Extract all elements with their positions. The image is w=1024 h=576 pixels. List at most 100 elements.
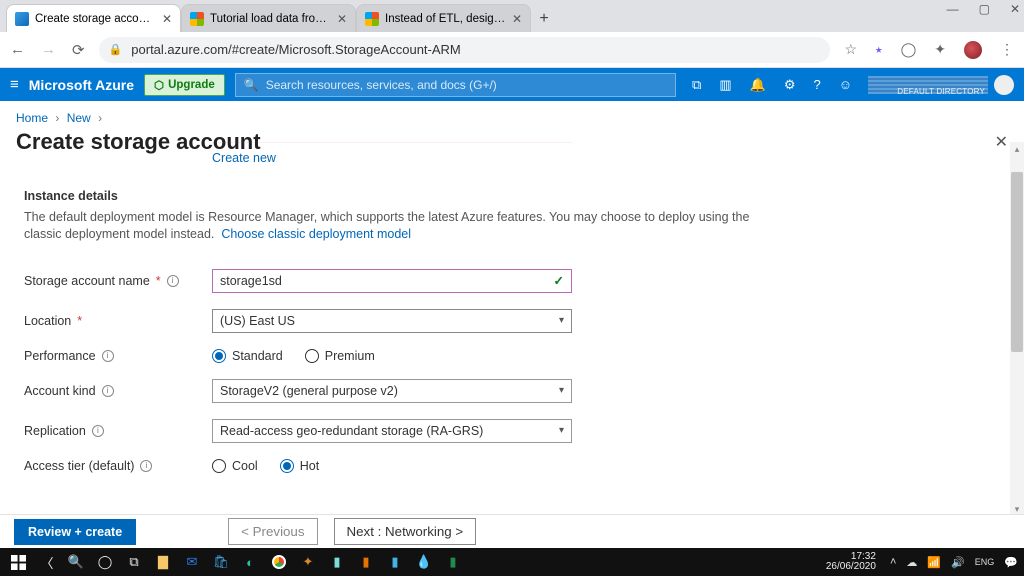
- kind-select[interactable]: StorageV2 (general purpose v2) ▾: [212, 379, 572, 403]
- info-icon[interactable]: i: [102, 385, 114, 397]
- search-task-icon[interactable]: 🔍: [64, 552, 88, 572]
- azure-search[interactable]: 🔍 Search resources, services, and docs (…: [235, 73, 676, 97]
- maximize-icon[interactable]: ▢: [979, 2, 990, 16]
- reload-icon[interactable]: ⟳: [72, 41, 85, 59]
- section-description: The default deployment model is Resource…: [24, 209, 784, 243]
- chevron-down-icon: ▾: [559, 385, 564, 396]
- scroll-thumb[interactable]: [1011, 172, 1023, 352]
- mail-icon[interactable]: ✉: [180, 552, 204, 572]
- location-select[interactable]: (US) East US ▾: [212, 309, 572, 333]
- circle-icon[interactable]: ◯: [901, 41, 917, 58]
- hamburger-icon[interactable]: ≡: [10, 76, 19, 93]
- url-text: portal.azure.com/#create/Microsoft.Stora…: [131, 42, 460, 57]
- radio-premium[interactable]: Premium: [305, 349, 375, 363]
- previous-button[interactable]: < Previous: [228, 518, 317, 545]
- profile-avatar-icon[interactable]: [964, 41, 982, 59]
- url-input[interactable]: 🔒 portal.azure.com/#create/Microsoft.Sto…: [99, 37, 831, 63]
- tray-chevron-icon[interactable]: ˄: [890, 556, 896, 568]
- help-icon[interactable]: ?: [813, 77, 820, 92]
- settings-icon[interactable]: ⚙: [784, 77, 796, 93]
- browser-tab[interactable]: Instead of ETL, design ELT - Az ✕: [356, 4, 531, 32]
- radio-dot-icon: [212, 459, 226, 473]
- new-tab-button[interactable]: +: [531, 6, 557, 32]
- volume-icon[interactable]: 🔊: [951, 556, 965, 569]
- notifications-icon[interactable]: 🔔: [750, 77, 766, 93]
- crumb-new[interactable]: New: [67, 111, 91, 125]
- lang-icon[interactable]: ENG: [975, 557, 995, 567]
- main-content: Create new Instance details The default …: [0, 142, 1024, 516]
- lock-icon: 🔒: [109, 43, 123, 56]
- close-icon[interactable]: ✕: [512, 12, 522, 26]
- info-icon[interactable]: i: [102, 350, 114, 362]
- ms-favicon: [365, 12, 379, 26]
- explorer-icon[interactable]: ▇: [151, 552, 175, 572]
- radio-hot[interactable]: Hot: [280, 459, 319, 473]
- cloud-icon[interactable]: ☁: [906, 556, 917, 569]
- app-icon[interactable]: ▮: [354, 552, 378, 572]
- app-icon[interactable]: 💧: [412, 552, 436, 572]
- upgrade-button[interactable]: ⬡Upgrade: [144, 74, 225, 96]
- excel-icon[interactable]: ▮: [441, 552, 465, 572]
- azure-topbar: ≡ Microsoft Azure ⬡Upgrade 🔍 Search reso…: [0, 68, 1024, 101]
- replication-select[interactable]: Read-access geo-redundant storage (RA-GR…: [212, 419, 572, 443]
- radio-standard[interactable]: Standard: [212, 349, 283, 363]
- azure-brand[interactable]: Microsoft Azure: [29, 77, 134, 93]
- scrollbar[interactable]: ▴ ▾: [1010, 142, 1024, 516]
- browser-tabstrip: Create storage account - Micro ✕ Tutoria…: [0, 0, 1024, 32]
- feedback-icon[interactable]: ☺: [839, 77, 852, 92]
- minimize-icon[interactable]: —: [947, 2, 959, 16]
- search-icon: 🔍: [244, 78, 259, 92]
- kebab-icon[interactable]: ⋮: [1000, 41, 1014, 58]
- app-icon[interactable]: ▮: [383, 552, 407, 572]
- close-window-icon[interactable]: ✕: [1010, 2, 1020, 16]
- store-icon[interactable]: 🛍: [209, 552, 233, 572]
- forward-icon: →: [41, 41, 56, 58]
- wifi-icon[interactable]: 📶: [927, 556, 941, 569]
- star-icon[interactable]: ☆: [844, 41, 857, 58]
- cloudshell-icon[interactable]: ⧉: [692, 77, 701, 93]
- user-avatar-icon[interactable]: [994, 75, 1014, 95]
- taskbar-clock[interactable]: 17:32 26/06/2020: [826, 552, 885, 572]
- cortana-icon[interactable]: ◯: [93, 552, 117, 572]
- azure-favicon: [15, 12, 29, 26]
- close-icon[interactable]: ✕: [162, 12, 172, 26]
- edge-icon[interactable]: ◐: [238, 552, 262, 572]
- classic-model-link[interactable]: Choose classic deployment model: [221, 227, 411, 241]
- info-icon[interactable]: i: [167, 275, 179, 287]
- info-icon[interactable]: i: [140, 460, 152, 472]
- taskview-icon[interactable]: ⧉: [122, 552, 146, 572]
- ext-icon[interactable]: ⭑: [875, 41, 883, 58]
- browser-tab-active[interactable]: Create storage account - Micro ✕: [6, 4, 181, 32]
- info-icon[interactable]: i: [92, 425, 104, 437]
- chevron-down-icon: ▾: [559, 315, 564, 326]
- puzzle-icon[interactable]: ✦: [934, 41, 946, 58]
- radio-dot-icon: [212, 349, 226, 363]
- back-task-icon[interactable]: 〈: [35, 552, 59, 572]
- label-storage-name: Storage account name: [24, 274, 150, 288]
- radio-cool[interactable]: Cool: [212, 459, 258, 473]
- start-icon[interactable]: [6, 552, 30, 572]
- app-icon[interactable]: ✦: [296, 552, 320, 572]
- next-button[interactable]: Next : Networking >: [334, 518, 477, 545]
- crumb-home[interactable]: Home: [16, 111, 48, 125]
- directories-icon[interactable]: ▥: [719, 77, 731, 93]
- back-icon[interactable]: ←: [10, 41, 25, 58]
- browser-tab[interactable]: Tutorial load data from Azure B ✕: [181, 4, 356, 32]
- tab-title: Create storage account - Micro: [35, 13, 156, 25]
- create-new-link[interactable]: Create new: [212, 143, 1000, 165]
- scroll-up-icon[interactable]: ▴: [1010, 142, 1024, 156]
- app-icon[interactable]: ▮: [325, 552, 349, 572]
- review-create-button[interactable]: Review + create: [14, 519, 136, 545]
- valid-check-icon: ✓: [554, 273, 564, 288]
- radio-dot-icon: [280, 459, 294, 473]
- close-icon[interactable]: ✕: [337, 12, 347, 26]
- tab-title: Tutorial load data from Azure B: [210, 13, 331, 25]
- section-instance-details: Instance details: [24, 189, 1000, 203]
- storage-name-input[interactable]: storage1sd ✓: [212, 269, 572, 293]
- ms-favicon: [190, 12, 204, 26]
- tab-title: Instead of ETL, design ELT - Az: [385, 13, 506, 25]
- chrome-icon[interactable]: [267, 552, 291, 572]
- notif-icon[interactable]: 💬: [1004, 556, 1018, 569]
- label-location: Location: [24, 314, 71, 328]
- browser-addressbar: ← → ⟳ 🔒 portal.azure.com/#create/Microso…: [0, 32, 1024, 68]
